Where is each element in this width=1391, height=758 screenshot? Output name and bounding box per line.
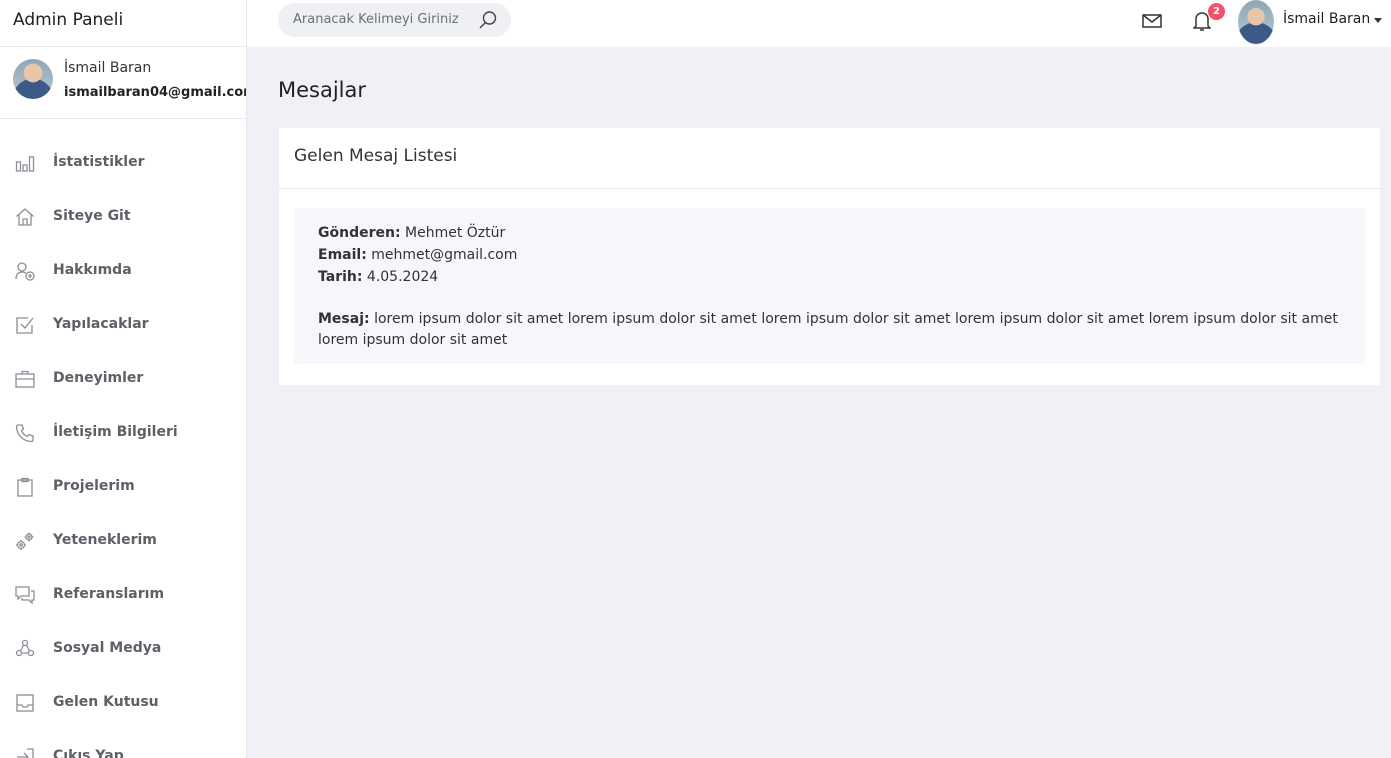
app-title: Admin Paneli — [0, 0, 246, 47]
body-label: Mesaj: — [318, 311, 370, 327]
avatar — [13, 59, 53, 99]
briefcase-icon — [15, 369, 35, 389]
sidebar-item-istatistikler[interactable]: İstatistikler — [0, 136, 246, 190]
sidebar-item-label: Hakkımda — [53, 262, 132, 278]
sidebar-item-label: İstatistikler — [53, 154, 145, 170]
sidebar-item-yeteneklerim[interactable]: Yeteneklerim — [0, 514, 246, 568]
profile-email: ismailbaran04@gmail.com — [64, 85, 247, 100]
sidebar-item-cikis-yap[interactable]: Çıkış Yap — [0, 730, 246, 758]
sidebar-item-siteye-git[interactable]: Siteye Git — [0, 190, 246, 244]
message-body-row: Mesaj: lorem ipsum dolor sit amet lorem … — [318, 309, 1341, 351]
sidebar-item-label: Projelerim — [53, 478, 135, 494]
messages-card: Gelen Mesaj Listesi Gönderen: Mehmet Özt… — [279, 128, 1380, 385]
sidebar-item-referanslarim[interactable]: Referanslarım — [0, 568, 246, 622]
sidebar-item-label: Siteye Git — [53, 208, 131, 224]
gears-icon — [15, 531, 35, 551]
mail-icon[interactable] — [1142, 11, 1162, 31]
email-label: Email: — [318, 247, 367, 263]
sidebar-item-projelerim[interactable]: Projelerim — [0, 460, 246, 514]
chat-icon — [15, 585, 35, 605]
inbox-icon — [15, 693, 35, 713]
user-menu-name[interactable]: İsmail Baran — [1283, 11, 1370, 27]
share-icon — [15, 639, 35, 659]
message-item: Gönderen: Mehmet Öztür Email: mehmet@gma… — [294, 208, 1365, 364]
home-icon — [15, 207, 35, 227]
sidebar-item-gelen-kutusu[interactable]: Gelen Kutusu — [0, 676, 246, 730]
card-header: Gelen Mesaj Listesi — [279, 128, 1380, 189]
date-value: 4.05.2024 — [366, 269, 439, 285]
sidebar-item-sosyal-medya[interactable]: Sosyal Medya — [0, 622, 246, 676]
sidebar-item-yapilacaklar[interactable]: Yapılacaklar — [0, 298, 246, 352]
search-input[interactable] — [291, 11, 470, 28]
check-square-icon — [15, 315, 35, 335]
sidebar-item-label: Deneyimler — [53, 370, 144, 386]
sidebar-item-deneyimler[interactable]: Deneyimler — [0, 352, 246, 406]
avatar[interactable] — [1238, 0, 1274, 44]
search-bar — [278, 3, 511, 37]
email-value: mehmet@gmail.com — [371, 247, 518, 263]
sidebar-item-label: Yapılacaklar — [53, 316, 149, 332]
card-title: Gelen Mesaj Listesi — [294, 146, 458, 166]
logout-icon — [15, 747, 35, 758]
message-date-row: Tarih: 4.05.2024 — [318, 266, 1341, 288]
date-label: Tarih: — [318, 269, 363, 285]
sidebar-item-label: Referanslarım — [53, 586, 165, 602]
sidebar-item-label: Sosyal Medya — [53, 640, 162, 656]
sidebar-item-label: Yeteneklerim — [53, 532, 157, 548]
bar-chart-icon — [15, 153, 35, 173]
user-plus-icon — [15, 261, 35, 281]
profile-name: İsmail Baran — [64, 60, 152, 76]
topbar: 2 İsmail Baran — [247, 0, 1391, 47]
profile-panel: İsmail Baran ismailbaran04@gmail.com — [0, 47, 246, 119]
sender-value: Mehmet Öztür — [405, 225, 506, 241]
page-title: Mesajlar — [278, 78, 367, 102]
message-sender-row: Gönderen: Mehmet Öztür — [318, 222, 1341, 244]
message-email-row: Email: mehmet@gmail.com — [318, 244, 1341, 266]
phone-icon — [15, 423, 35, 443]
sidebar: Admin Paneli İsmail Baran ismailbaran04@… — [0, 0, 247, 758]
chevron-down-icon[interactable] — [1374, 18, 1382, 23]
clipboard-icon — [15, 477, 35, 497]
sidebar-item-hakkimda[interactable]: Hakkımda — [0, 244, 246, 298]
sender-label: Gönderen: — [318, 225, 401, 241]
sidebar-item-label: Gelen Kutusu — [53, 694, 159, 710]
body-value: lorem ipsum dolor sit amet lorem ipsum d… — [318, 311, 1338, 348]
sidebar-item-iletisim-bilgileri[interactable]: İletişim Bilgileri — [0, 406, 246, 460]
sidebar-item-label: Çıkış Yap — [53, 748, 124, 758]
sidebar-item-label: İletişim Bilgileri — [53, 424, 178, 440]
sidebar-menu: İstatistikler Siteye Git Hakkımda Yapıla… — [0, 136, 246, 758]
notification-badge: 2 — [1208, 3, 1225, 20]
search-icon[interactable] — [478, 10, 498, 30]
